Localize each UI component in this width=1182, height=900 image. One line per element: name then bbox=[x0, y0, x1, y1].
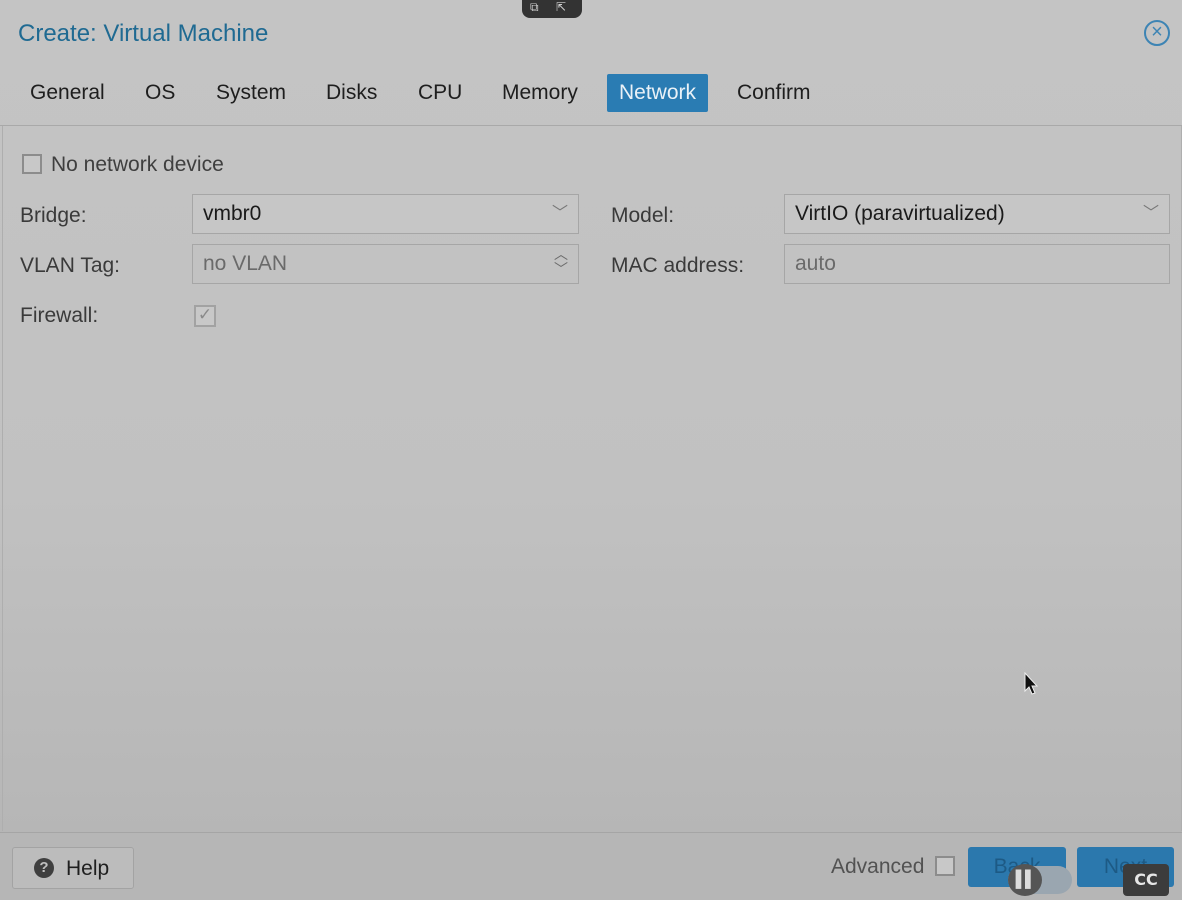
network-panel: No network device Bridge: vmbr0 ﹀ VLAN T… bbox=[2, 126, 1182, 831]
chevron-down-icon[interactable]: ﹀ bbox=[552, 195, 568, 233]
dialog-title: Create: Virtual Machine bbox=[18, 20, 269, 47]
tab-memory[interactable]: Memory bbox=[491, 74, 589, 112]
vlan-tag-placeholder: no VLAN bbox=[203, 252, 288, 275]
tab-bar: General OS System Disks CPU Memory Netwo… bbox=[0, 72, 1182, 126]
tab-system[interactable]: System bbox=[205, 74, 297, 112]
pause-toggle[interactable]: ▌▌ bbox=[1008, 864, 1072, 896]
close-icon[interactable]: × bbox=[1144, 20, 1170, 46]
tab-general[interactable]: General bbox=[19, 74, 116, 112]
help-button[interactable]: ? Help bbox=[12, 847, 134, 889]
firewall-checkbox[interactable]: ✓ bbox=[194, 305, 216, 327]
advanced-label: Advanced bbox=[831, 855, 925, 878]
help-label: Help bbox=[66, 857, 110, 880]
firewall-label: Firewall: bbox=[20, 304, 99, 327]
mouse-cursor-icon bbox=[1024, 672, 1039, 695]
bridge-value: vmbr0 bbox=[203, 202, 262, 225]
vlan-tag-label: VLAN Tag: bbox=[20, 254, 121, 277]
bridge-select[interactable]: vmbr0 ﹀ bbox=[192, 194, 579, 234]
spinner-icon[interactable]: ︿ ﹀ bbox=[554, 247, 568, 277]
bridge-label: Bridge: bbox=[20, 204, 87, 227]
tab-disks[interactable]: Disks bbox=[315, 74, 388, 112]
no-network-device-checkbox[interactable] bbox=[22, 154, 42, 174]
tab-confirm[interactable]: Confirm bbox=[726, 74, 822, 112]
share-icon[interactable]: ⇱ bbox=[556, 0, 566, 14]
pause-icon: ▌▌ bbox=[1008, 864, 1042, 896]
picture-in-picture-icon[interactable]: ⧉ bbox=[530, 0, 539, 14]
model-label: Model: bbox=[611, 204, 675, 227]
tab-os[interactable]: OS bbox=[134, 74, 186, 112]
no-network-device-label: No network device bbox=[51, 153, 224, 176]
create-vm-dialog: Create: Virtual Machine × ⧉ ⇱ General OS… bbox=[0, 0, 1182, 900]
closed-captions-button[interactable]: CC bbox=[1123, 864, 1169, 896]
model-value: VirtIO (paravirtualized) bbox=[795, 202, 1005, 225]
chevron-down-icon[interactable]: ﹀ bbox=[1143, 195, 1159, 233]
model-select[interactable]: VirtIO (paravirtualized) ﹀ bbox=[784, 194, 1170, 234]
vlan-tag-input[interactable]: no VLAN ︿ ﹀ bbox=[192, 244, 579, 284]
tab-cpu[interactable]: CPU bbox=[407, 74, 473, 112]
advanced-checkbox[interactable] bbox=[935, 856, 955, 876]
mac-address-placeholder: auto bbox=[795, 252, 836, 275]
video-overlay-controls: ⧉ ⇱ bbox=[522, 0, 582, 18]
tab-network[interactable]: Network bbox=[607, 74, 708, 112]
question-icon: ? bbox=[34, 858, 54, 878]
mac-address-label: MAC address: bbox=[611, 254, 745, 277]
dialog-footer: ? Help Advanced Back Next bbox=[0, 832, 1182, 900]
mac-address-input[interactable]: auto bbox=[784, 244, 1170, 284]
